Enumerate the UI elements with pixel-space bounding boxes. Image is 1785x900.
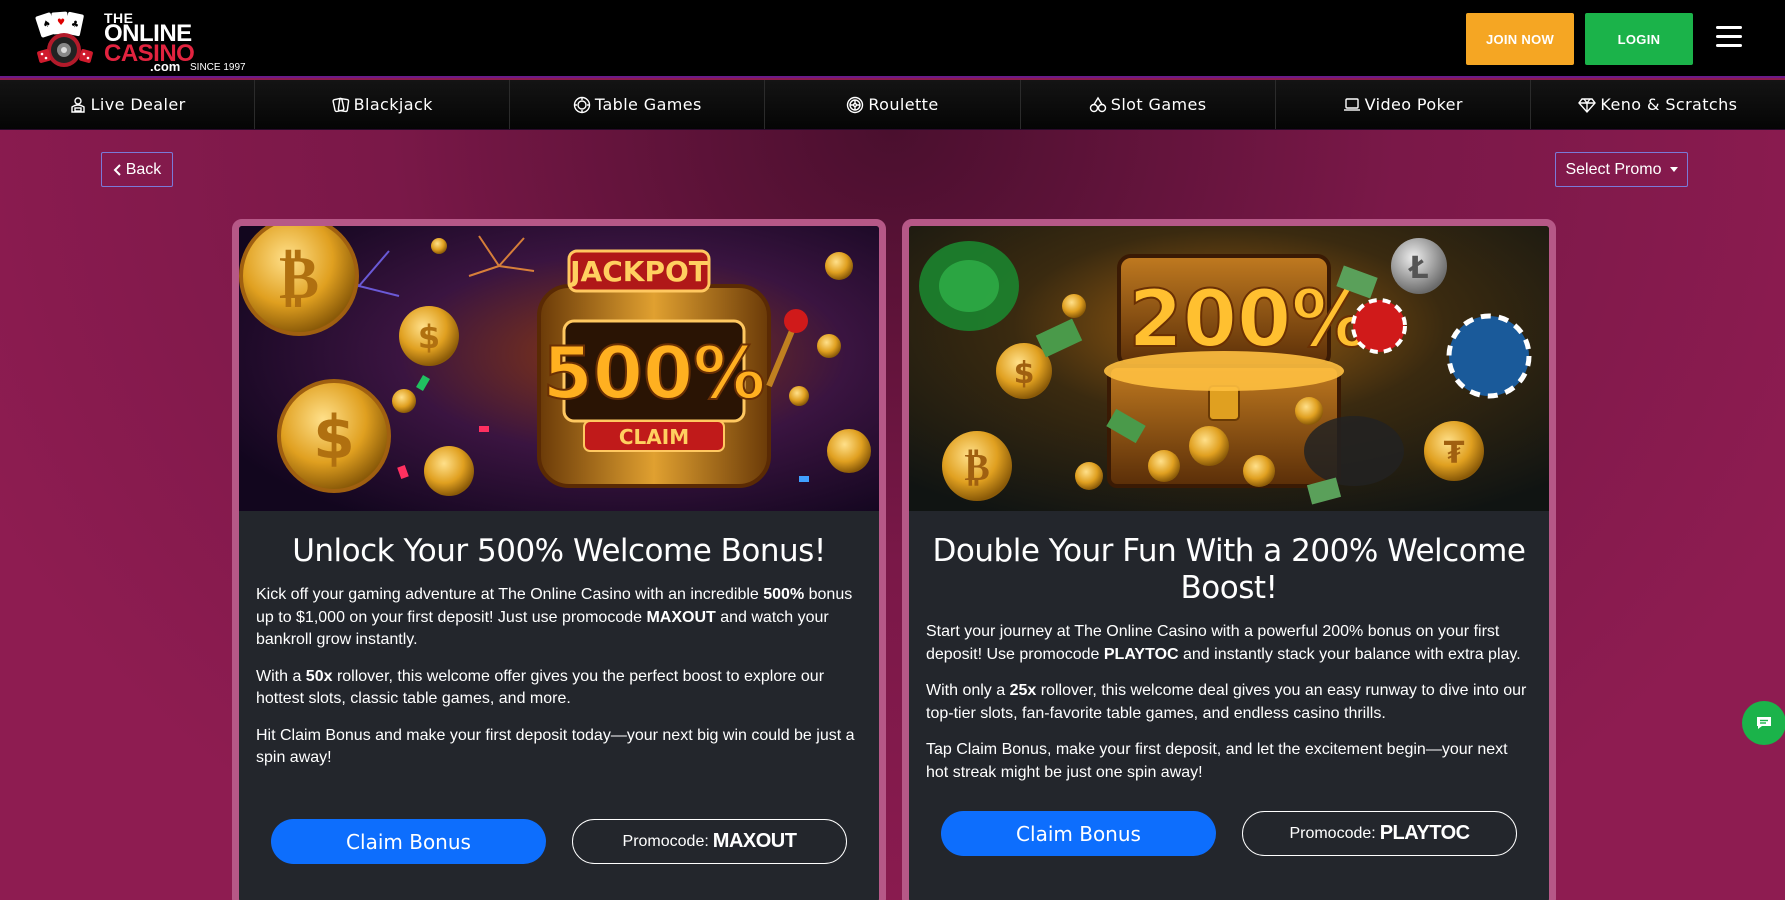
select-promo-dropdown[interactable]: Select Promo	[1555, 152, 1688, 187]
promocode-prefix: Promocode:	[622, 832, 709, 850]
hamburger-icon[interactable]	[1716, 26, 1742, 48]
card-paragraph-2: With only a 25x rollover, this welcome d…	[926, 682, 1527, 722]
card-body: Unlock Your 500% Welcome Bonus! Kick off…	[239, 511, 879, 770]
promo-image-500: ₿ $ $ 500% JACKPOT CLAIM	[239, 226, 879, 511]
cards-icon	[332, 97, 349, 112]
back-label: Back	[125, 160, 162, 178]
claim-bonus-button[interactable]: Claim Bonus	[941, 811, 1216, 856]
nav-label: Keno & Scratchs	[1600, 95, 1738, 114]
nav-item-table-games[interactable]: Table Games	[510, 80, 766, 129]
nav-label: Slot Games	[1110, 95, 1207, 114]
card-paragraph-1: Start your journey at The Online Casino …	[926, 623, 1521, 663]
svg-text:200%: 200%	[1129, 275, 1370, 365]
svg-text:♥: ♥	[57, 18, 65, 28]
svg-text:JACKPOT: JACKPOT	[568, 255, 708, 288]
logo-since: SINCE 1997	[190, 62, 246, 73]
promocode-value: PLAYTOC	[1379, 822, 1470, 844]
card-title: Double Your Fun With a 200% Welcome Boos…	[932, 533, 1526, 606]
svg-text:₿: ₿	[279, 243, 319, 313]
nav-label: Live Dealer	[90, 95, 186, 114]
card-paragraph-2: With a 50x rollover, this welcome offer …	[256, 667, 825, 708]
nav-label: Roulette	[868, 95, 939, 114]
back-button[interactable]: Back	[101, 152, 173, 187]
nav-label: Blackjack	[353, 95, 433, 114]
nav-item-blackjack[interactable]: Blackjack	[255, 80, 511, 129]
promocode-button[interactable]: Promocode: PLAYTOC	[1242, 811, 1517, 856]
svg-text:$: $	[313, 403, 355, 473]
nav-item-video-poker[interactable]: Video Poker	[1276, 80, 1531, 129]
diamond-icon	[1578, 97, 1597, 113]
svg-text:Ł: Ł	[1407, 251, 1428, 286]
nav-item-keno-scratchs[interactable]: Keno & Scratchs	[1531, 80, 1785, 129]
promocode-prefix: Promocode:	[1289, 824, 1376, 842]
card-body: Double Your Fun With a 200% Welcome Boos…	[909, 511, 1549, 784]
card-title: Unlock Your 500% Welcome Bonus!	[292, 533, 826, 569]
slot-icon	[1089, 96, 1106, 112]
site-logo[interactable]: ♠ ♥ ♣ THE ONLINE CASINO .com SINCE 1997	[32, 8, 252, 74]
chip-icon	[573, 96, 591, 113]
card-paragraph-1: Kick off your gaming adventure at The On…	[256, 586, 853, 648]
svg-text:₿: ₿	[964, 445, 989, 489]
svg-text:CLAIM: CLAIM	[619, 425, 689, 449]
join-now-button[interactable]: JOIN NOW	[1466, 13, 1574, 65]
logo-cards-icon: ♠ ♥ ♣	[35, 11, 93, 67]
card-paragraph-3: Hit Claim Bonus and make your first depo…	[256, 726, 855, 767]
dealer-icon	[70, 96, 85, 113]
chevron-left-icon	[113, 163, 121, 176]
select-promo-label: Select Promo	[1565, 160, 1662, 178]
promo-card-500: ₿ $ $ 500% JACKPOT CLAIM Unlock Your 500…	[232, 219, 886, 900]
promo-image-200: 200% $ ₿ Ł ₮	[909, 226, 1549, 511]
promocode-button[interactable]: Promocode: MAXOUT	[572, 819, 847, 864]
promo-card-200: 200% $ ₿ Ł ₮ Double Your Fun With a 200%…	[902, 219, 1556, 900]
promocode-value: MAXOUT	[712, 830, 797, 852]
nav-item-slot-games[interactable]: Slot Games	[1021, 80, 1276, 129]
top-header: ♠ ♥ ♣ THE ONLINE CASINO .com SINCE 1997 …	[0, 0, 1785, 78]
logo-com: .com	[150, 59, 181, 74]
roulette-icon	[847, 96, 864, 113]
svg-text:$: $	[1014, 356, 1035, 391]
card-actions: Claim Bonus Promocode: PLAYTOC	[909, 811, 1549, 856]
nav-label: Video Poker	[1364, 95, 1463, 114]
svg-text:500%: 500%	[543, 331, 765, 415]
svg-text:₮: ₮	[1444, 436, 1465, 471]
caret-down-icon	[1669, 167, 1678, 172]
claim-bonus-button[interactable]: Claim Bonus	[271, 819, 546, 864]
svg-text:$: $	[418, 318, 440, 356]
card-actions: Claim Bonus Promocode: MAXOUT	[239, 819, 879, 864]
category-nav: Live Dealer Blackjack Table Games Roulet…	[0, 80, 1785, 130]
nav-label: Table Games	[594, 95, 702, 114]
chat-button[interactable]	[1742, 701, 1785, 745]
nav-item-live-dealer[interactable]: Live Dealer	[0, 80, 256, 129]
login-button[interactable]: LOGIN	[1585, 13, 1693, 65]
laptop-icon	[1343, 97, 1360, 111]
nav-item-roulette[interactable]: Roulette	[765, 80, 1021, 129]
chat-icon	[1757, 717, 1771, 729]
card-paragraph-3: Tap Claim Bonus, make your first deposit…	[926, 741, 1508, 781]
